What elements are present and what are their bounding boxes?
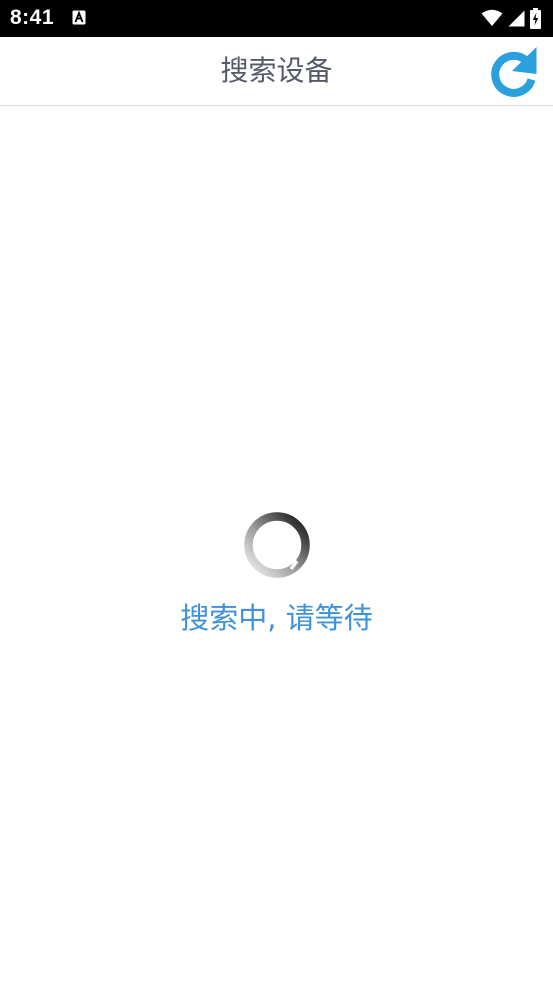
loading-spinner-icon [244,512,310,578]
loading-status-text: 搜索中, 请等待 [180,601,373,635]
status-bar: 8:41 [0,0,553,37]
page-title: 搜索设备 [220,54,333,87]
cell-signal-icon [508,10,525,26]
status-icons [481,7,541,29]
font-a-notification-icon [72,10,86,25]
status-time: 8:41 [10,6,55,29]
refresh-icon [491,47,537,97]
refresh-button[interactable] [489,44,541,98]
app-bar: 搜索设备 [0,37,553,106]
wifi-icon [481,9,503,26]
battery-charging-icon [530,7,541,29]
